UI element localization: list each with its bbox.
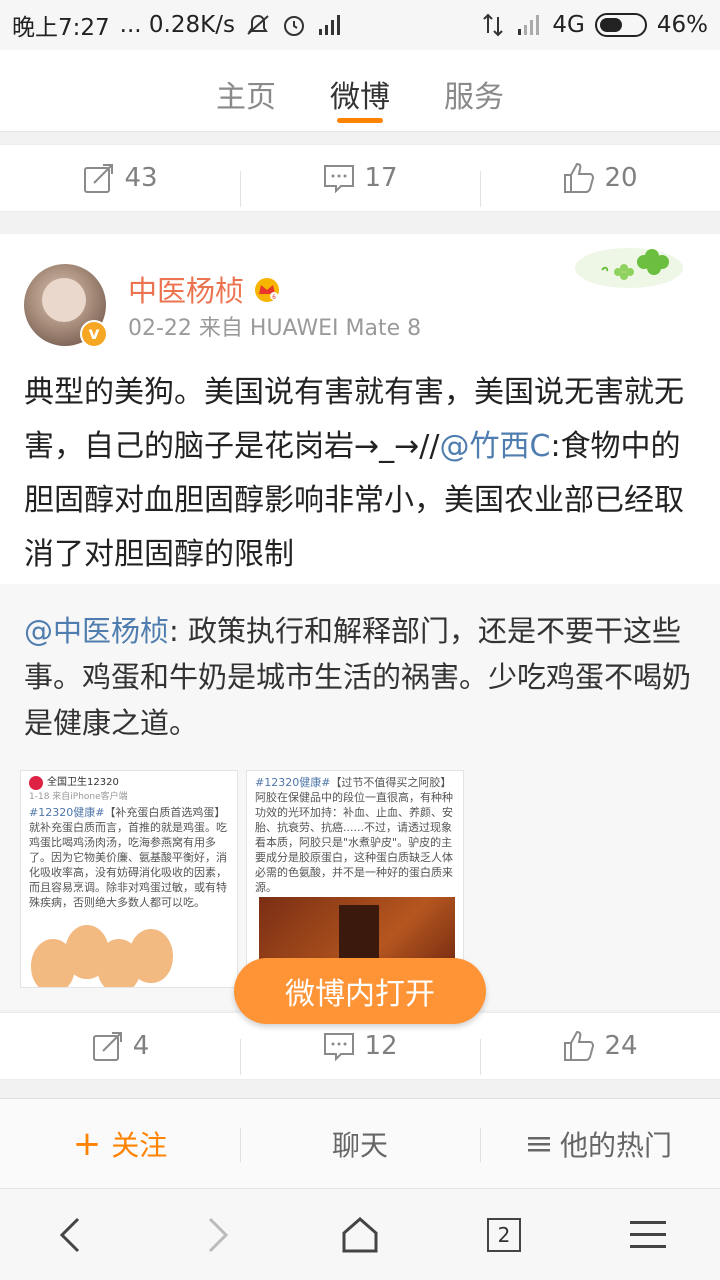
menu-button[interactable] bbox=[618, 1205, 678, 1265]
image1-tag: #12320健康# bbox=[29, 806, 105, 819]
like-button[interactable]: 20 bbox=[480, 161, 720, 207]
back-arrow-icon bbox=[59, 1217, 80, 1252]
hot-label: 他的热门 bbox=[559, 1128, 672, 1162]
network-speed: ... 0.28K/s bbox=[119, 12, 235, 38]
menu-lines-icon bbox=[527, 1136, 550, 1151]
home-icon bbox=[342, 1216, 378, 1252]
plus-icon: + bbox=[72, 1123, 102, 1164]
post-like-count: 24 bbox=[604, 1031, 638, 1061]
repost-icon bbox=[92, 1032, 122, 1061]
battery-percent: 46% bbox=[656, 12, 708, 38]
tab-weibo[interactable]: 微博 bbox=[330, 50, 390, 131]
clock: 晚上7:27 bbox=[12, 15, 110, 41]
repost-icon bbox=[84, 164, 114, 193]
status-bar: 晚上7:27 ... 0.28K/s 4G 46% bbox=[0, 0, 720, 50]
browser-nav: 2 bbox=[0, 1188, 720, 1280]
thumbs-up-icon bbox=[564, 162, 595, 193]
post-repost-count: 4 bbox=[132, 1031, 150, 1061]
back-button[interactable] bbox=[42, 1205, 102, 1265]
post-repost-button[interactable]: 4 bbox=[0, 1029, 240, 1063]
forward-arrow-icon bbox=[208, 1217, 229, 1252]
signal-icon-2 bbox=[518, 15, 540, 35]
chat-button[interactable]: 聊天 bbox=[240, 1124, 480, 1164]
top-nav: 主页 微博 服务 bbox=[0, 50, 720, 132]
hot-posts-button[interactable]: 他的热门 bbox=[480, 1124, 720, 1164]
eggs-illustration bbox=[31, 907, 181, 987]
repost-image-2[interactable]: #12320健康#【过节不值得买之阿胶】阿胶在保健品中的段位一直很高，有种种功效… bbox=[246, 770, 464, 988]
tabs-button[interactable]: 2 bbox=[474, 1205, 534, 1265]
image1-date: 1-18 来自iPhone客户端 bbox=[29, 792, 128, 802]
svg-text:6: 6 bbox=[272, 294, 276, 301]
network-type: 4G bbox=[552, 12, 585, 38]
repost-author-link[interactable]: @中医杨桢 bbox=[24, 614, 169, 648]
verified-badge-icon: v bbox=[80, 320, 108, 348]
crown-badge-icon: 6 bbox=[255, 278, 280, 302]
follow-button[interactable]: + 关注 bbox=[0, 1124, 240, 1164]
open-in-weibo-button[interactable]: 微博内打开 bbox=[234, 958, 486, 1024]
prev-post-actions: 43 17 20 bbox=[0, 144, 720, 212]
post-card: v 中医杨桢 6 02-22 来自 HUAWEI Mate 8 典型的美狗。美国… bbox=[0, 234, 720, 1010]
image2-tag: #12320健康# bbox=[255, 776, 331, 789]
post-text: 典型的美狗。美国说有害就有害，美国说无害就无害，自己的脑子是花岗岩→_→//@竹… bbox=[24, 366, 696, 582]
hamburger-menu-icon bbox=[630, 1220, 666, 1248]
comment-count: 17 bbox=[364, 163, 398, 193]
post-comment-button[interactable]: 12 bbox=[240, 1029, 480, 1075]
follow-label: 关注 bbox=[111, 1128, 168, 1162]
thumbs-up-icon bbox=[564, 1030, 595, 1061]
data-transfer-icon bbox=[483, 13, 504, 37]
mention-link[interactable]: @竹西C bbox=[440, 429, 551, 464]
battery-icon bbox=[594, 13, 647, 37]
profile-bottom-bar: + 关注 聊天 他的热门 bbox=[0, 1098, 720, 1188]
repost-image-1[interactable]: 全国卫生12320 1-18 来自iPhone客户端 #12320健康#【补充蛋… bbox=[20, 770, 238, 988]
author-name: 中医杨桢 bbox=[128, 274, 245, 308]
image1-account: 全国卫生12320 bbox=[47, 777, 119, 788]
account-avatar-icon bbox=[29, 775, 43, 790]
post-author[interactable]: 中医杨桢 6 bbox=[128, 268, 282, 310]
alarm-icon bbox=[283, 16, 304, 36]
home-button[interactable] bbox=[330, 1205, 390, 1265]
image1-text: 【补充蛋白质首选鸡蛋】就补充蛋白质而言，首推的就是鸡蛋。吃鸡蛋比喝鸡汤肉汤，吃海… bbox=[29, 806, 227, 909]
like-count: 20 bbox=[604, 163, 638, 193]
clover-decoration-icon bbox=[575, 248, 683, 288]
avatar[interactable]: v bbox=[24, 264, 108, 348]
repost-text: @中医杨桢: 政策执行和解释部门，还是不要干这些事。鸡蛋和牛奶是城市生活的祸害。… bbox=[24, 608, 696, 746]
post-meta: 02-22 来自 HUAWEI Mate 8 bbox=[128, 316, 422, 341]
mute-bell-icon bbox=[247, 14, 269, 35]
signal-icon bbox=[318, 15, 340, 35]
forward-button[interactable] bbox=[186, 1205, 246, 1265]
tab-services[interactable]: 服务 bbox=[444, 50, 504, 131]
reposted-content[interactable]: @中医杨桢: 政策执行和解释部门，还是不要干这些事。鸡蛋和牛奶是城市生活的祸害。… bbox=[0, 584, 720, 1010]
post-comment-count: 12 bbox=[364, 1031, 398, 1061]
repost-button[interactable]: 43 bbox=[0, 161, 240, 195]
comment-icon bbox=[324, 1033, 355, 1062]
chat-label: 聊天 bbox=[331, 1128, 388, 1162]
tab-home[interactable]: 主页 bbox=[216, 50, 276, 131]
post-like-button[interactable]: 24 bbox=[480, 1029, 720, 1075]
comment-button[interactable]: 17 bbox=[240, 161, 480, 207]
screen: 晚上7:27 ... 0.28K/s 4G 46% 主页 微博 服务 43 17 bbox=[0, 0, 720, 1280]
image2-text: 【过节不值得买之阿胶】阿胶在保健品中的段位一直很高，有种种功效的光环加持：补血、… bbox=[255, 776, 453, 894]
tab-count: 2 bbox=[487, 1217, 521, 1252]
comment-icon bbox=[324, 165, 355, 194]
repost-count: 43 bbox=[124, 163, 158, 193]
